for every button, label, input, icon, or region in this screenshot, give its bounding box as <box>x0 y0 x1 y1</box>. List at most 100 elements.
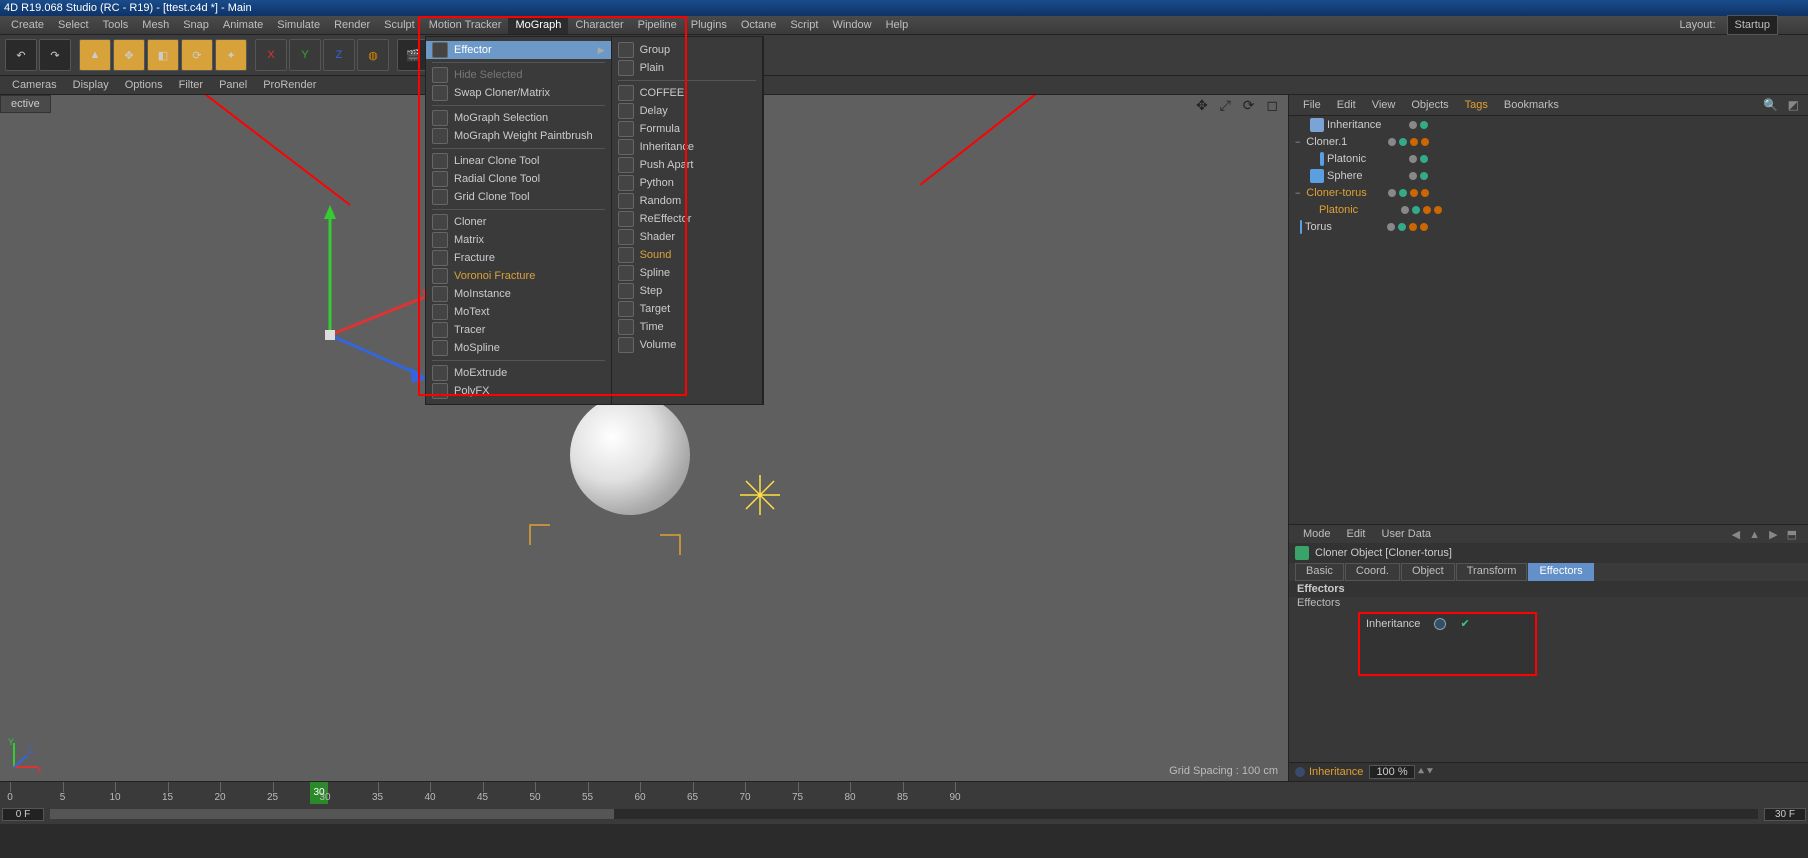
menu-character[interactable]: Character <box>568 16 630 34</box>
move-tool-icon[interactable]: ✥ <box>113 39 145 71</box>
menu-octane[interactable]: Octane <box>734 16 783 34</box>
menu-plugins[interactable]: Plugins <box>684 16 734 34</box>
menu-item-matrix[interactable]: Matrix <box>426 231 611 249</box>
menu-item-inheritance[interactable]: Inheritance <box>612 138 762 156</box>
timeline-ruler[interactable]: 30 051015202530354045505560657075808590 <box>0 782 1808 804</box>
menu-script[interactable]: Script <box>783 16 825 34</box>
menu-item-spline[interactable]: Spline <box>612 264 762 282</box>
attr-nav-icons[interactable]: ◀ ▲ ▶ ⬒ <box>1724 528 1808 541</box>
object-row-platonic[interactable]: Platonic <box>1289 201 1808 218</box>
menu-pipeline[interactable]: Pipeline <box>631 16 684 34</box>
menu-item-mograph-selection[interactable]: MoGraph Selection <box>426 109 611 127</box>
attr-menu-user-data[interactable]: User Data <box>1374 528 1440 540</box>
menu-item-polyfx[interactable]: PolyFX <box>426 382 611 400</box>
menu-item-plain[interactable]: Plain <box>612 59 762 77</box>
menu-item-shader[interactable]: Shader <box>612 228 762 246</box>
timeline-start-field[interactable]: 0 F <box>2 808 44 821</box>
menu-item-coffee[interactable]: COFFEE <box>612 84 762 102</box>
object-row-cloner-torus[interactable]: −Cloner-torus <box>1289 184 1808 201</box>
menu-item-linear-clone-tool[interactable]: Linear Clone Tool <box>426 152 611 170</box>
menu-item-swap-cloner-matrix[interactable]: Swap Cloner/Matrix <box>426 84 611 102</box>
viewport-nav-icons[interactable]: ✥ ⤢ ⟳ ◻ <box>1196 97 1282 114</box>
scale-tool-icon[interactable]: ◧ <box>147 39 179 71</box>
axis-z-icon[interactable]: Z <box>323 39 355 71</box>
menu-snap[interactable]: Snap <box>176 16 216 34</box>
attr-tab-effectors[interactable]: Effectors <box>1528 563 1593 581</box>
obj-tab-tags[interactable]: Tags <box>1457 99 1496 111</box>
menu-item-motext[interactable]: MoText <box>426 303 611 321</box>
menu-create[interactable]: Create <box>4 16 51 34</box>
mograph-dropdown[interactable]: Effector▶Hide SelectedSwap Cloner/Matrix… <box>425 36 764 405</box>
redo-icon[interactable]: ↷ <box>39 39 71 71</box>
effector-item[interactable]: Inheritance ✔ <box>1360 614 1535 633</box>
view-menu-options[interactable]: Options <box>117 79 171 91</box>
timeline-end-field[interactable]: 30 F <box>1764 808 1806 821</box>
menu-item-radial-clone-tool[interactable]: Radial Clone Tool <box>426 170 611 188</box>
menu-item-effector[interactable]: Effector▶ <box>426 41 611 59</box>
menu-select[interactable]: Select <box>51 16 96 34</box>
menu-item-step[interactable]: Step <box>612 282 762 300</box>
effectors-list[interactable]: Inheritance ✔ <box>1359 613 1536 675</box>
object-row-platonic[interactable]: Platonic <box>1289 150 1808 167</box>
timeline[interactable]: 30 051015202530354045505560657075808590 … <box>0 781 1808 824</box>
obj-tab-file[interactable]: File <box>1295 99 1329 111</box>
menu-mograph[interactable]: MoGraph <box>508 16 568 34</box>
menu-help[interactable]: Help <box>879 16 916 34</box>
menu-item-cloner[interactable]: Cloner <box>426 213 611 231</box>
obj-tab-bookmarks[interactable]: Bookmarks <box>1496 99 1567 111</box>
menu-item-volume[interactable]: Volume <box>612 336 762 354</box>
view-menu-panel[interactable]: Panel <box>211 79 255 91</box>
attr-menu-mode[interactable]: Mode <box>1295 528 1339 540</box>
view-menu-filter[interactable]: Filter <box>171 79 211 91</box>
menu-tools[interactable]: Tools <box>96 16 136 34</box>
menu-item-python[interactable]: Python <box>612 174 762 192</box>
menu-item-fracture[interactable]: Fracture <box>426 249 611 267</box>
view-menu-display[interactable]: Display <box>65 79 117 91</box>
attr-tab-transform[interactable]: Transform <box>1456 563 1528 581</box>
object-row-inheritance[interactable]: Inheritance <box>1289 116 1808 133</box>
menu-item-sound[interactable]: Sound <box>612 246 762 264</box>
view-menu-cameras[interactable]: Cameras <box>4 79 65 91</box>
object-row-sphere[interactable]: Sphere <box>1289 167 1808 184</box>
menu-item-mospline[interactable]: MoSpline <box>426 339 611 357</box>
axis-x-icon[interactable]: X <box>255 39 287 71</box>
menu-item-moinstance[interactable]: MoInstance <box>426 285 611 303</box>
menu-item-reeffector[interactable]: ReEffector <box>612 210 762 228</box>
attr-tab-basic[interactable]: Basic <box>1295 563 1344 581</box>
selected-effector-label[interactable]: Inheritance <box>1309 766 1363 778</box>
menu-item-time[interactable]: Time <box>612 318 762 336</box>
menu-item-delay[interactable]: Delay <box>612 102 762 120</box>
attr-tab-coord[interactable]: Coord. <box>1345 563 1400 581</box>
menu-item-mograph-weight-paintbrush[interactable]: MoGraph Weight Paintbrush <box>426 127 611 145</box>
menu-item-formula[interactable]: Formula <box>612 120 762 138</box>
menu-animate[interactable]: Animate <box>216 16 270 34</box>
menu-sculpt[interactable]: Sculpt <box>377 16 422 34</box>
coord-sys-icon[interactable]: ◍ <box>357 39 389 71</box>
object-row-torus[interactable]: Torus <box>1289 218 1808 235</box>
menu-simulate[interactable]: Simulate <box>270 16 327 34</box>
menu-item-random[interactable]: Random <box>612 192 762 210</box>
menu-item-push-apart[interactable]: Push Apart <box>612 156 762 174</box>
lasttool-icon[interactable]: ✦ <box>215 39 247 71</box>
menu-item-group[interactable]: Group <box>612 41 762 59</box>
view-menu-prorender[interactable]: ProRender <box>255 79 324 91</box>
undo-icon[interactable]: ↶ <box>5 39 37 71</box>
object-row-cloner-1[interactable]: −Cloner.1 <box>1289 133 1808 150</box>
object-tree[interactable]: Inheritance−Cloner.1PlatonicSphere−Clone… <box>1289 116 1808 524</box>
obj-panel-search-icon[interactable]: 🔍 ◩ <box>1755 98 1808 112</box>
menu-item-grid-clone-tool[interactable]: Grid Clone Tool <box>426 188 611 206</box>
stepper-icon[interactable]: ⯅⯆ <box>1417 766 1435 779</box>
select-tool-icon[interactable]: ▲ <box>79 39 111 71</box>
attr-menu-edit[interactable]: Edit <box>1339 528 1374 540</box>
layout-dropdown[interactable]: Startup <box>1727 15 1778 35</box>
attr-tab-object[interactable]: Object <box>1401 563 1455 581</box>
menu-item-moextrude[interactable]: MoExtrude <box>426 364 611 382</box>
effector-strength-field[interactable]: 100 % <box>1369 765 1414 779</box>
menu-window[interactable]: Window <box>825 16 878 34</box>
menu-item-target[interactable]: Target <box>612 300 762 318</box>
menu-motion-tracker[interactable]: Motion Tracker <box>422 16 509 34</box>
rotate-tool-icon[interactable]: ⟳ <box>181 39 213 71</box>
menu-mesh[interactable]: Mesh <box>135 16 176 34</box>
obj-tab-view[interactable]: View <box>1364 99 1404 111</box>
menu-render[interactable]: Render <box>327 16 377 34</box>
